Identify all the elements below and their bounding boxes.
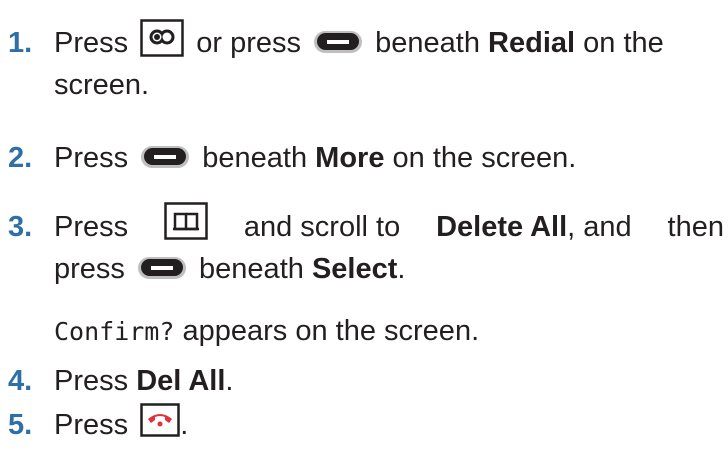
end-call-key-icon xyxy=(140,403,180,438)
step-text-beneath: beneath xyxy=(199,253,304,285)
softkey-label-select: Select xyxy=(311,253,398,285)
step-number: 3. xyxy=(8,211,33,243)
step-text: Press and scroll to Delete All, and then… xyxy=(54,202,724,353)
soft-key-icon xyxy=(140,144,190,170)
step-text-and-scroll-to: and scroll to xyxy=(243,211,401,243)
screen-text-confirm: Confirm? xyxy=(54,317,175,346)
step-number: 1. xyxy=(8,27,33,59)
step-text-then: then xyxy=(667,211,724,243)
step-text-beneath: beneath xyxy=(202,142,308,174)
step-text-press: press xyxy=(54,253,125,285)
step-number: 2. xyxy=(8,142,33,174)
step-text: Press . xyxy=(54,403,724,446)
step-text-and: , and xyxy=(567,211,632,243)
softkey-label-del-all: Del All xyxy=(136,365,226,397)
step-text-rest: on the screen. xyxy=(392,142,577,174)
step-note: Confirm? appears on the screen. xyxy=(54,310,724,353)
step-text-press: Press xyxy=(54,211,129,243)
step-text-screen: screen. xyxy=(54,69,150,101)
step-text: Press Del All. xyxy=(54,365,234,397)
step-text-press: Press xyxy=(54,142,129,174)
step-number: 5. xyxy=(8,409,33,441)
step-note-rest: appears on the screen. xyxy=(182,315,480,347)
option-delete-all: Delete All xyxy=(436,211,568,243)
step-text-press: Press xyxy=(54,365,129,397)
step-text: Press beneath More on the screen. xyxy=(54,137,724,179)
step-text-on-the: on the xyxy=(583,27,664,59)
softkey-label-more: More xyxy=(315,142,385,174)
step-text: Press or press beneath Redial on the scr… xyxy=(54,19,724,106)
step-text-press: Press xyxy=(54,409,129,441)
step-text-press: Press xyxy=(54,27,129,59)
step-text-or-press: or press xyxy=(196,27,302,59)
redial-key-icon xyxy=(140,19,184,58)
step-text-beneath: beneath xyxy=(375,27,480,59)
softkey-label-redial: Redial xyxy=(488,27,576,59)
soft-key-icon xyxy=(313,29,363,55)
step-number: 4. xyxy=(8,365,33,397)
soft-key-icon xyxy=(137,255,187,281)
phonebook-key-icon xyxy=(164,202,208,240)
